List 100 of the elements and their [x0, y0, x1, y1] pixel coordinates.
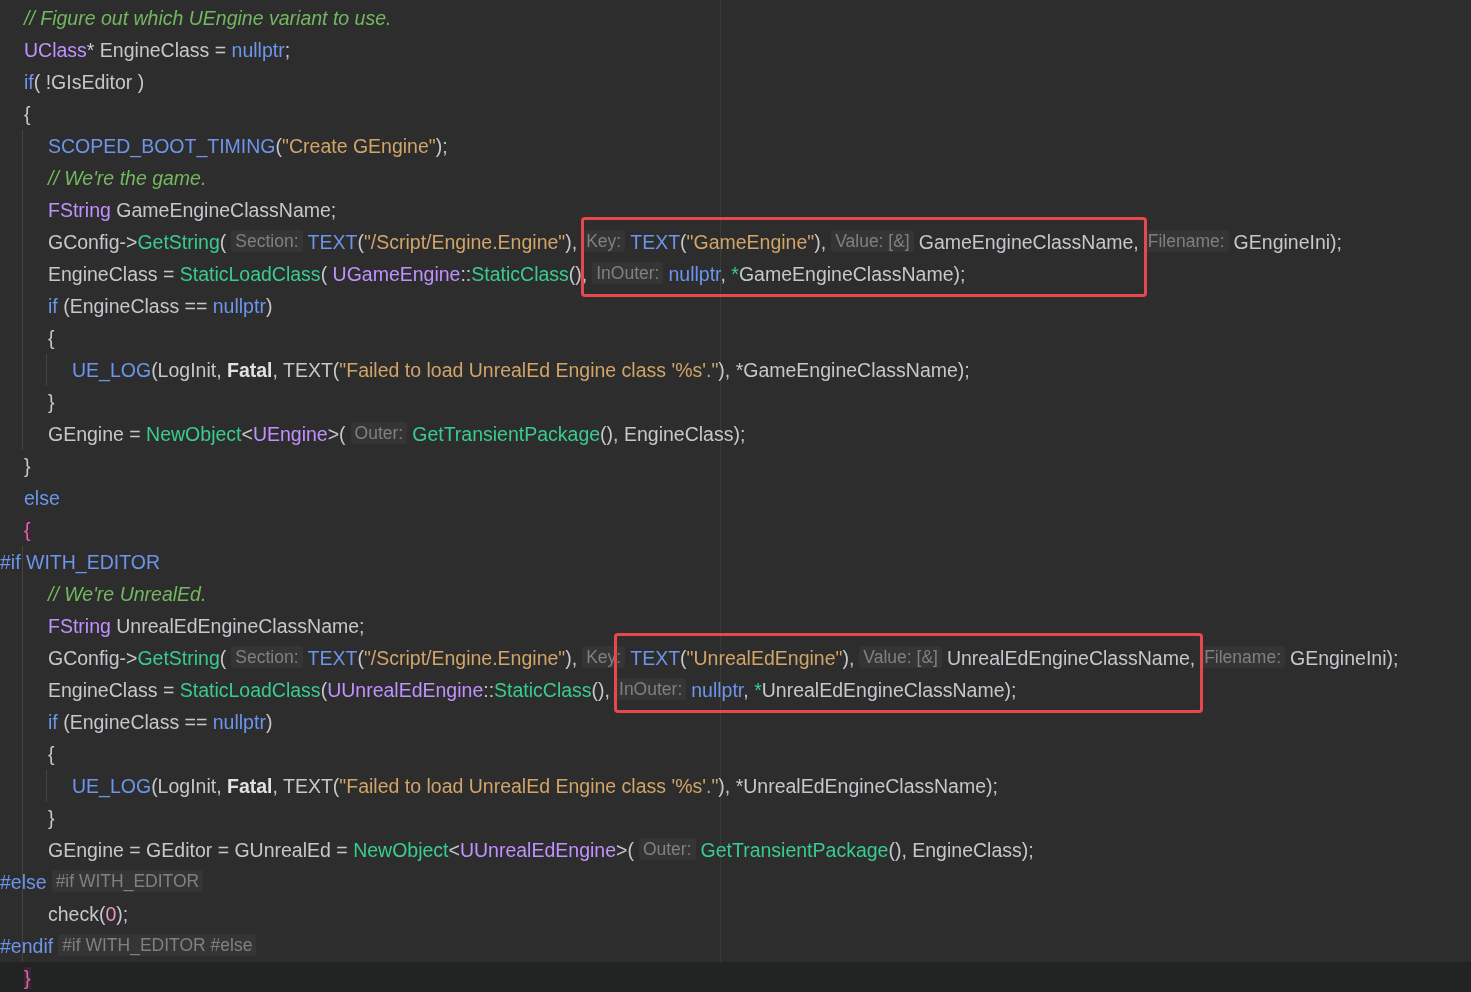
code-text: {	[48, 743, 55, 765]
type-name: UGameEngine	[332, 263, 461, 285]
parameter-hint: InOuter:	[592, 262, 664, 284]
code-text: * EngineClass =	[86, 39, 228, 61]
parameter-hint: Section:	[231, 646, 303, 668]
keyword: nullptr	[212, 711, 266, 733]
parameter-hint: InOuter:	[615, 678, 687, 700]
code-text: ,	[743, 679, 750, 701]
string-literal: "/Script/Engine.Engine"	[363, 231, 566, 253]
string-literal: "Create GEngine"	[282, 135, 436, 157]
code-text: GameEngineClassName);	[738, 263, 966, 285]
code-text: (	[680, 647, 687, 669]
function-name: GetTransientPackage	[412, 423, 601, 445]
matched-brace: }	[24, 967, 31, 989]
keyword: if	[48, 711, 58, 733]
code-text: GEngine =	[48, 423, 142, 445]
type-name: FString	[48, 199, 111, 221]
code-text: UnrealEdEngineClassName);	[761, 679, 1017, 701]
code-text: (	[320, 679, 328, 701]
code-text: )	[265, 295, 273, 317]
code-comment: // Figure out which UEngine variant to use.	[24, 7, 392, 29]
code-text: }	[24, 455, 31, 477]
code-text: ), *UnrealEdEngineClassName);	[718, 775, 998, 797]
code-text: >(	[327, 423, 346, 445]
code-text: GameEngineClassName,	[918, 231, 1139, 253]
string-literal: "Failed to load UnrealEd Engine class '%s'."	[339, 359, 719, 381]
function-name: StaticLoadClass	[179, 679, 321, 701]
code-text: <	[448, 839, 460, 861]
code-text: {	[24, 103, 31, 125]
keyword: if	[48, 295, 58, 317]
code-text: GameEngineClassName;	[115, 199, 337, 221]
string-literal: "GameEngine"	[686, 231, 815, 253]
code-text: (	[219, 231, 227, 253]
code-text: ),	[814, 231, 827, 253]
code-text: ::	[460, 263, 472, 285]
code-comment: // We're UnrealEd.	[48, 583, 207, 605]
parameter-hint: Filename:	[1200, 646, 1285, 668]
code-comment: // We're the game.	[48, 167, 207, 189]
code-text: ), *GameEngineClassName);	[718, 359, 970, 381]
code-text: GEngine = GEditor = GUnrealEd =	[48, 839, 349, 861]
dereference-operator: *	[754, 679, 762, 701]
macro-name: TEXT	[307, 647, 358, 669]
code-text: ),	[565, 647, 578, 669]
code-text: (), EngineClass);	[600, 423, 746, 445]
function-name: GetString	[137, 231, 220, 253]
code-text: (	[680, 231, 687, 253]
code-text: EngineClass =	[48, 679, 176, 701]
type-name: FString	[48, 615, 111, 637]
code-text: ),	[842, 647, 855, 669]
macro-name: UE_LOG	[72, 775, 152, 797]
keyword: else	[24, 487, 60, 509]
code-text: (	[219, 647, 227, 669]
code-text: ,	[720, 263, 727, 285]
dereference-operator: *	[731, 263, 739, 285]
code-text: >(	[616, 839, 634, 861]
code-text: GConfig->	[48, 231, 138, 253]
macro-name: TEXT	[630, 231, 681, 253]
matched-brace: {	[24, 519, 31, 541]
type-name: UUnrealEdEngine	[327, 679, 484, 701]
code-text: UnrealEdEngineClassName,	[946, 647, 1196, 669]
keyword: if	[24, 71, 34, 93]
macro-name: TEXT	[307, 231, 358, 253]
code-text: }	[48, 807, 55, 829]
code-text: (LogInit,	[151, 359, 223, 381]
macro-name: #else	[0, 871, 47, 893]
type-name: UUnrealEdEngine	[459, 839, 616, 861]
string-literal: "Failed to load UnrealEd Engine class '%s'."	[339, 775, 719, 797]
macro-name: SCOPED_BOOT_TIMING	[48, 135, 276, 157]
code-text: }	[48, 391, 55, 413]
code-text: UnrealEdEngineClassName;	[115, 615, 365, 637]
keyword: nullptr	[212, 295, 266, 317]
macro-name: #endif	[0, 935, 54, 957]
parameter-hint: #if WITH_EDITOR	[51, 870, 204, 892]
enum-value: Fatal	[227, 775, 273, 797]
parameter-hint: Value: [&]	[859, 646, 942, 668]
macro-name: TEXT	[630, 647, 681, 669]
code-text: GConfig->	[48, 647, 138, 669]
function-name: NewObject	[353, 839, 449, 861]
function-name: StaticLoadClass	[179, 263, 321, 285]
code-text: (	[357, 231, 364, 253]
macro-name: #if WITH_EDITOR	[0, 551, 160, 573]
code-text: {	[48, 327, 55, 349]
parameter-hint: Section:	[231, 230, 303, 252]
code-text: ( !GIsEditor )	[33, 71, 145, 93]
function-name: GetString	[137, 647, 220, 669]
code-text: ),	[565, 231, 578, 253]
number-literal: 0	[105, 903, 117, 925]
code-text: ::	[483, 679, 495, 701]
code-text: check(	[48, 903, 106, 925]
macro-name: UE_LOG	[72, 359, 152, 381]
parameter-hint: Outer:	[350, 422, 408, 444]
code-text: (),	[591, 679, 610, 701]
parameter-hint: Outer:	[638, 838, 696, 860]
code-text: (	[275, 135, 283, 157]
code-text: );	[116, 903, 129, 925]
string-literal: "UnrealEdEngine"	[686, 647, 843, 669]
keyword: nullptr	[668, 263, 721, 285]
code-text: <	[241, 423, 253, 445]
code-text: (), EngineClass);	[888, 839, 1034, 861]
code-text: (	[357, 647, 364, 669]
